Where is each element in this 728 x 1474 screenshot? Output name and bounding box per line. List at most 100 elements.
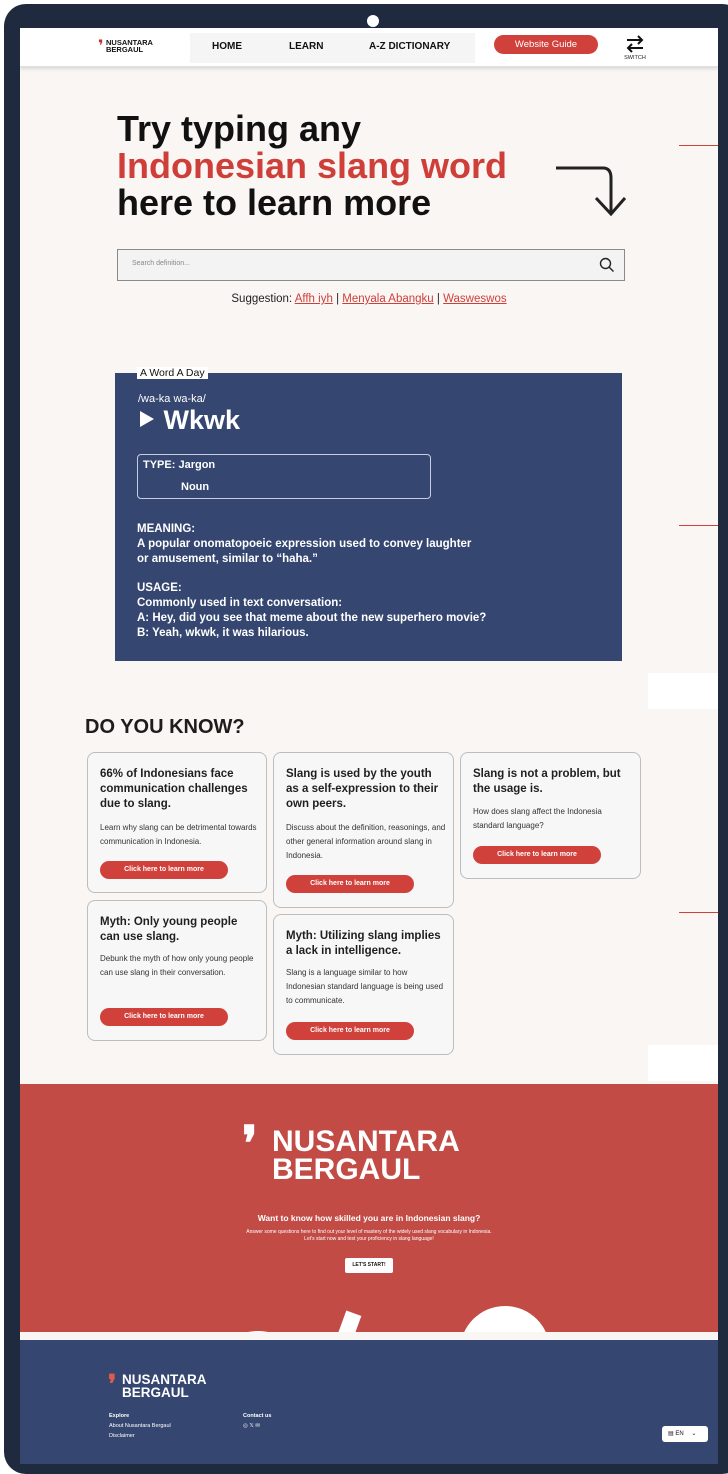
fact-card: Myth: Utilizing slang implies a lack in … [273, 914, 454, 1055]
language-label: EN [675, 1431, 684, 1437]
fact-card: Slang is not a problem, but the usage is… [460, 752, 641, 879]
chevron-down-icon: ⌄ [691, 1431, 697, 1437]
social-icons: ◎ 𝕏 ✉ [243, 1421, 271, 1431]
suggestion-label: Suggestion: [231, 293, 293, 305]
curved-arrow-icon [556, 166, 626, 217]
fact-card-text: Learn why slang can be detrimental towar… [100, 823, 257, 846]
search-input[interactable]: Search definition... [117, 249, 625, 281]
usage-block: USAGE: Commonly used in text conversatio… [137, 581, 486, 641]
do-you-know-title: DO YOU KNOW? [85, 716, 245, 738]
nav-dictionary[interactable]: A-Z DICTIONARY [369, 41, 450, 52]
email-icon[interactable]: ✉ [255, 1423, 260, 1429]
meaning-text-2: or amusement, similar to “haha.” [137, 553, 318, 565]
instagram-icon[interactable]: ◎ [243, 1423, 248, 1429]
type-value: Jargon [178, 459, 216, 471]
play-audio-icon[interactable] [138, 409, 156, 429]
switch-button[interactable]: SWITCH [620, 34, 650, 62]
fact-card-title: Myth: Only young people can use slang. [100, 916, 238, 943]
decorative-shape [332, 1310, 362, 1332]
logo-mark-icon: ❜ [242, 1118, 258, 1171]
word-of-day-card: A Word A Day /wa-ka wa-ka/ Wkwk TYPE: Ja… [115, 367, 622, 661]
hero-line-2: Indonesian slang word [117, 145, 508, 186]
footer-explore: Explore About Nusantara Bergaul Disclaim… [109, 1411, 171, 1441]
footer-logo-text: NUSANTARA BERGAUL [122, 1372, 207, 1400]
usage-text-3: B: Yeah, wkwk, it was hilarious. [137, 627, 309, 639]
contact-heading: Contact us [243, 1413, 272, 1419]
lets-start-button[interactable]: LET'S START! [345, 1258, 393, 1273]
flag-icon: ▤ [668, 1431, 674, 1437]
top-nav: ❜ NUSANTARA BERGAUL HOME LEARN A-Z DICTI… [20, 28, 718, 67]
fact-card-text: Debunk the myth of how only young people… [100, 954, 254, 977]
suggestion-separator: | [336, 293, 340, 305]
word-title: Wkwk [138, 404, 240, 436]
type-row: TYPE: Jargon [143, 459, 215, 471]
search-placeholder: Search definition... [132, 260, 190, 267]
search-icon[interactable] [599, 257, 615, 273]
footer-link-about[interactable]: About Nusantara Bergaul [109, 1421, 171, 1431]
decorative-shape [218, 1331, 298, 1332]
word-text: Wkwk [163, 405, 241, 435]
part-of-speech: Noun [181, 481, 210, 493]
screen: ❜ NUSANTARA BERGAUL HOME LEARN A-Z DICTI… [20, 28, 718, 1464]
footer: ❜ NUSANTARA BERGAUL Explore About Nusanta… [20, 1340, 718, 1464]
suggestion-separator: | [436, 293, 440, 305]
language-selector[interactable]: ▤ EN ⌄ [662, 1426, 708, 1442]
type-label: TYPE: [143, 459, 176, 471]
usage-text-1: Commonly used in text conversation: [137, 597, 343, 609]
hero-line-1: Try typing any [117, 108, 362, 149]
learn-more-button[interactable]: Click here to learn more [286, 875, 414, 893]
learn-more-button[interactable]: Click here to learn more [473, 846, 601, 864]
suggestion-link[interactable]: Menyala Abangku [342, 293, 433, 305]
fact-card-text: Discuss about the definition, reasonings… [286, 823, 446, 860]
meaning-text-1: A popular onomatopoeic expression used t… [137, 538, 472, 550]
usage-label: USAGE: [137, 582, 182, 594]
usage-text-2: A: Hey, did you see that meme about the … [137, 612, 487, 624]
website-guide-button[interactable]: Website Guide [494, 35, 598, 54]
suggestion-link[interactable]: Wasweswos [443, 293, 506, 305]
fact-card: Myth: Only young people can use slang. D… [87, 900, 267, 1041]
promo-logo-text: NUSANTARA BERGAUL [272, 1125, 460, 1186]
switch-label: SWITCH [624, 55, 646, 61]
fact-card-title: 66% of Indonesians face communication ch… [100, 768, 248, 810]
switch-icon [626, 35, 644, 53]
fact-card-title: Myth: Utilizing slang implies a lack in … [286, 930, 441, 957]
fact-card-title: Slang is not a problem, but the usage is… [473, 768, 621, 795]
annotation-line [679, 145, 718, 146]
logo-mark-icon: ❜ [108, 1369, 117, 1399]
footer-link-disclaimer[interactable]: Disclaimer [109, 1431, 171, 1441]
nav-learn[interactable]: LEARN [289, 41, 323, 52]
logo-text: NUSANTARA BERGAUL [106, 38, 153, 54]
camera-icon [367, 15, 379, 27]
nav-home[interactable]: HOME [212, 41, 242, 52]
word-of-day-label: A Word A Day [137, 367, 208, 379]
annotation-line [679, 525, 718, 526]
fact-card: Slang is used by the youth as a self-exp… [273, 752, 454, 908]
x-icon[interactable]: 𝕏 [249, 1423, 253, 1429]
hero-line-3: here to learn more [117, 182, 432, 223]
fact-card-text: How does slang affect the Indonesia stan… [473, 807, 602, 830]
fact-card-title: Slang is used by the youth as a self-exp… [286, 768, 439, 810]
fact-card-text: Slang is a language similar to how Indon… [286, 968, 444, 1005]
promo-subtext: Answer some questions here to find out y… [246, 1229, 492, 1242]
logo-mark-icon: ❜ [98, 36, 104, 55]
promo-logo: ❜ NUSANTARA BERGAUL [242, 1120, 512, 1186]
promo-question: Want to know how skilled you are in Indo… [257, 1213, 481, 1223]
hero-heading: Try typing any Indonesian slang word her… [117, 110, 507, 221]
site-logo[interactable]: ❜ NUSANTARA BERGAUL [98, 38, 168, 56]
explore-heading: Explore [109, 1413, 130, 1419]
overlay-notch [648, 673, 718, 709]
suggestions: Suggestion: Affh iyh | Menyala Abangku |… [20, 293, 718, 305]
overlay-notch [648, 1045, 718, 1081]
footer-contact: Contact us ◎ 𝕏 ✉ [243, 1411, 271, 1431]
meaning-block: MEANING: A popular onomatopoeic expressi… [137, 522, 471, 567]
type-box: TYPE: Jargon Noun [137, 454, 431, 499]
learn-more-button[interactable]: Click here to learn more [100, 861, 228, 879]
decorative-shape [460, 1306, 550, 1332]
learn-more-button[interactable]: Click here to learn more [286, 1022, 414, 1040]
learn-more-button[interactable]: Click here to learn more [100, 1008, 228, 1026]
quiz-promo: ❜ NUSANTARA BERGAUL Want to know how skil… [20, 1084, 718, 1332]
suggestion-link[interactable]: Affh iyh [295, 293, 333, 305]
annotation-line [679, 912, 718, 913]
nav-links: HOME LEARN A-Z DICTIONARY [190, 33, 475, 63]
footer-logo[interactable]: ❜ NUSANTARA BERGAUL [108, 1369, 228, 1400]
